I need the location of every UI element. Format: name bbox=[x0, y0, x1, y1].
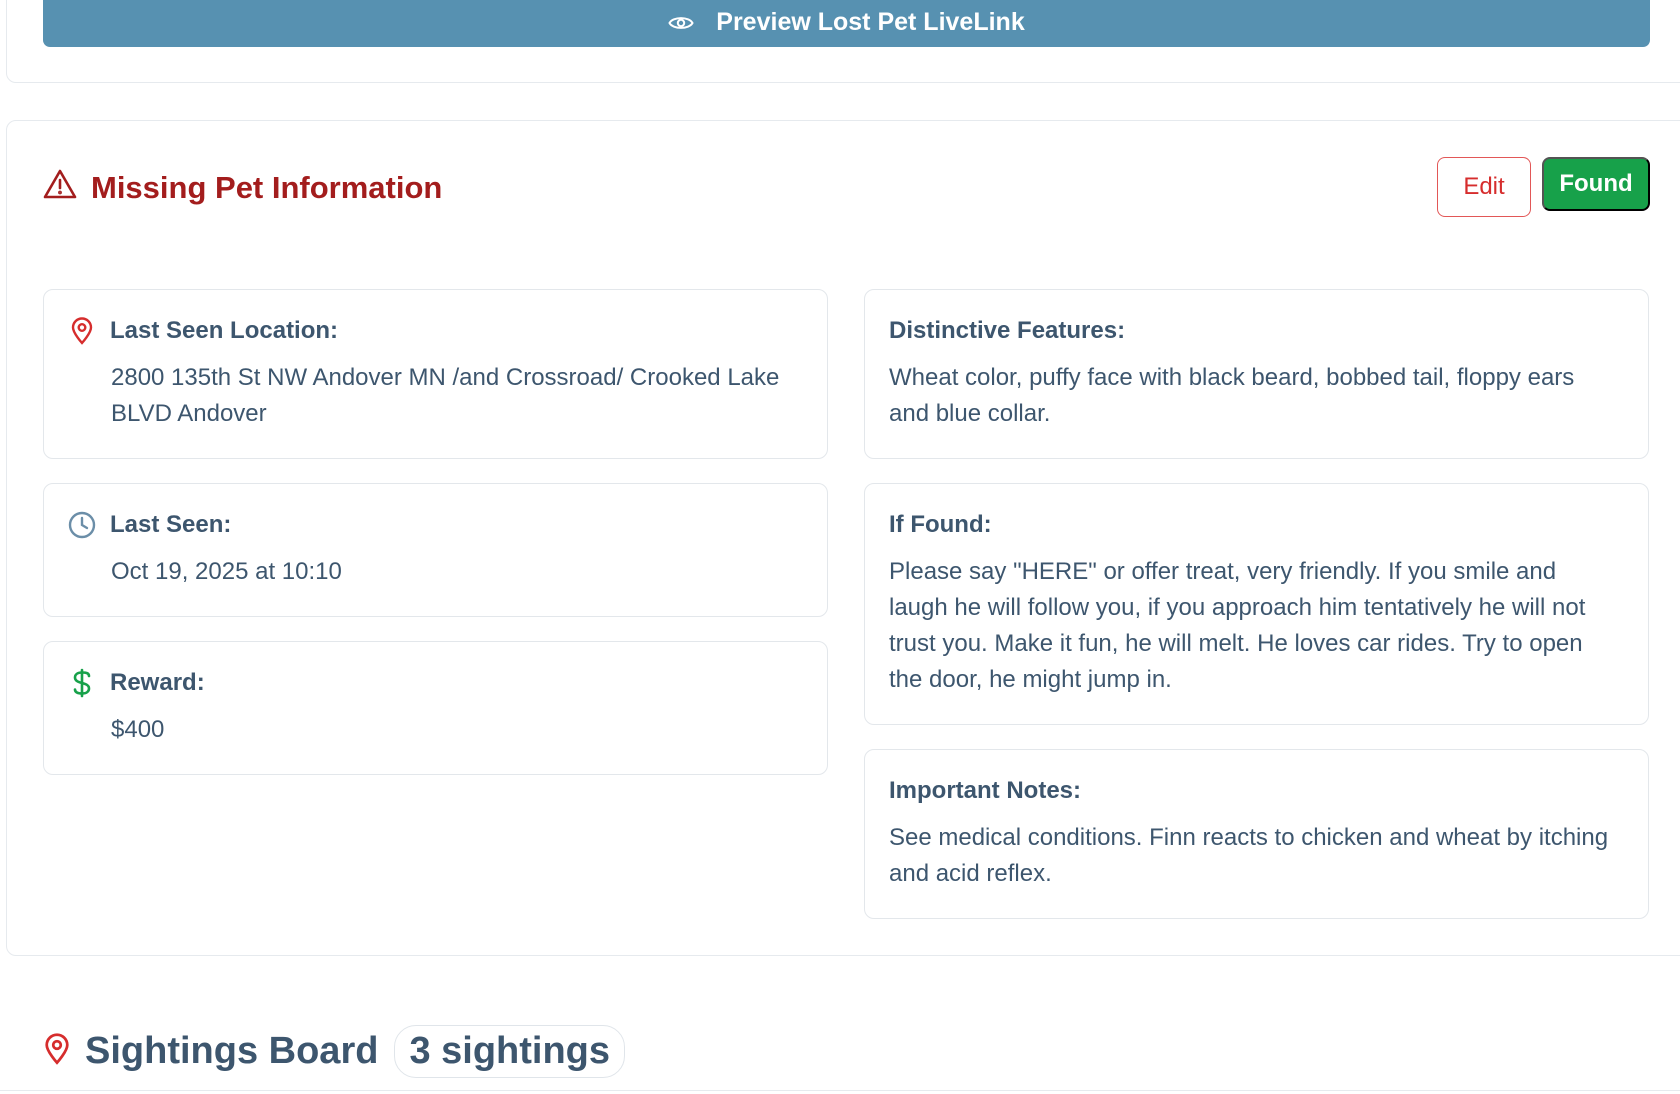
if-found-box: If Found: Please say "HERE" or offer tre… bbox=[864, 483, 1649, 725]
dollar-icon bbox=[68, 668, 96, 698]
last-seen-box: Last Seen: Oct 19, 2025 at 10:10 bbox=[43, 483, 828, 617]
map-pin-icon bbox=[43, 1033, 71, 1070]
distinctive-features-box: Distinctive Features: Wheat color, puffy… bbox=[864, 289, 1649, 459]
edit-button[interactable]: Edit bbox=[1437, 157, 1531, 217]
last-seen-label: Last Seen: bbox=[110, 511, 232, 538]
eye-icon bbox=[668, 6, 694, 32]
if-found-value: Please say "HERE" or offer treat, very f… bbox=[889, 558, 1586, 693]
found-button[interactable]: Found bbox=[1542, 157, 1650, 211]
important-notes-label: Important Notes: bbox=[889, 777, 1081, 804]
last-seen-location-value: 2800 135th St NW Andover MN /and Crossro… bbox=[111, 364, 780, 427]
important-notes-box: Important Notes: See medical conditions.… bbox=[864, 749, 1649, 919]
last-seen-value: Oct 19, 2025 at 10:10 bbox=[111, 558, 342, 585]
sightings-board-header: Sightings Board 3 sightings bbox=[43, 1025, 626, 1078]
sightings-count-badge: 3 sightings bbox=[394, 1025, 626, 1078]
last-seen-location-label: Last Seen Location: bbox=[110, 317, 339, 344]
missing-pet-heading: Missing Pet Information bbox=[43, 168, 442, 208]
missing-pet-title: Missing Pet Information bbox=[91, 170, 443, 205]
last-seen-location-box: Last Seen Location: 2800 135th St NW And… bbox=[43, 289, 828, 459]
reward-box: Reward: $400 bbox=[43, 641, 828, 775]
distinctive-features-value: Wheat color, puffy face with black beard… bbox=[889, 364, 1575, 427]
warning-triangle-icon bbox=[43, 168, 77, 208]
map-pin-icon bbox=[68, 317, 96, 345]
divider bbox=[0, 1090, 1680, 1091]
sightings-board-title: Sightings Board bbox=[85, 1030, 379, 1072]
distinctive-features-label: Distinctive Features: bbox=[889, 317, 1126, 344]
important-notes-value: See medical conditions. Finn reacts to c… bbox=[889, 824, 1609, 887]
preview-livelink-button[interactable]: Preview Lost Pet LiveLink bbox=[43, 0, 1650, 47]
preview-livelink-label: Preview Lost Pet LiveLink bbox=[716, 8, 1025, 36]
clock-icon bbox=[68, 511, 96, 539]
if-found-label: If Found: bbox=[889, 511, 992, 538]
reward-value: $400 bbox=[111, 716, 165, 743]
reward-label: Reward: bbox=[110, 669, 205, 696]
